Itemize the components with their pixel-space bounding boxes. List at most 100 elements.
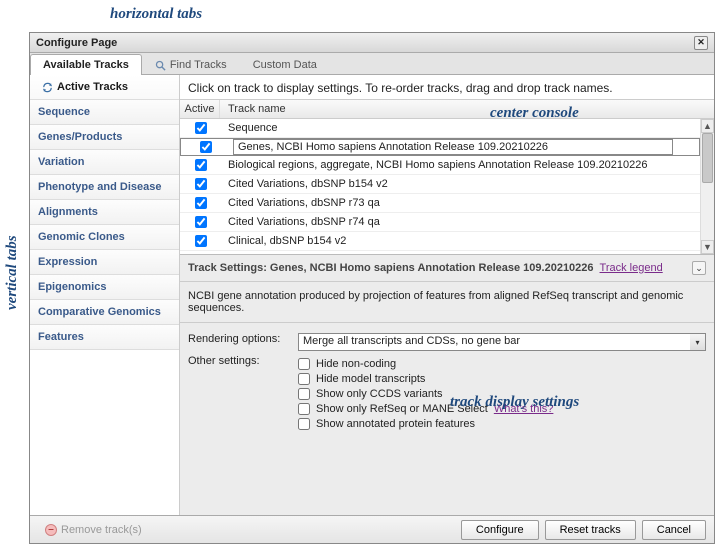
vtab-label: Expression [38,256,97,268]
track-list: Sequence Genes, NCBI Homo sapiens Annota… [180,119,714,254]
reset-tracks-button[interactable]: Reset tracks [545,520,636,540]
configure-button[interactable]: Configure [461,520,539,540]
checkbox-label: Hide model transcripts [316,373,425,385]
track-active-checkbox[interactable] [195,159,207,171]
track-active-checkbox[interactable] [195,122,207,134]
track-active-checkbox[interactable] [200,141,212,153]
track-description: NCBI gene annotation produced by project… [180,282,714,323]
column-track-name[interactable]: Track name [220,100,714,118]
checkbox-label: Show only RefSeq or MANE Select [316,403,488,415]
titlebar: Configure Page ✕ [30,33,714,53]
vtab-genomic-clones[interactable]: Genomic Clones [30,225,179,250]
chevron-down-icon: ▼ [703,242,712,252]
scrollbar-thumb[interactable] [702,133,713,183]
track-settings-header: Track Settings: Genes, NCBI Homo sapiens… [180,255,714,282]
whats-this-link[interactable]: What's this? [494,403,554,415]
track-active-checkbox[interactable] [195,216,207,228]
settings-title: Track Settings: Genes, NCBI Homo sapiens… [188,262,594,274]
track-row[interactable]: Genes, NCBI Homo sapiens Annotation Rele… [180,138,700,156]
track-name: Genes, NCBI Homo sapiens Annotation Rele… [233,139,673,155]
tab-find-tracks[interactable]: Find Tracks [142,54,240,75]
hide-model-checkbox[interactable] [298,373,310,385]
tab-label: Available Tracks [43,59,129,71]
track-name: Clinical, dbSNP b154 v2 [228,235,346,247]
chevron-down-icon: ▾ [695,338,699,347]
annotation-vertical-tabs: vertical tabs [4,235,21,310]
show-ccds-checkbox[interactable] [298,388,310,400]
track-row[interactable]: Sequence [180,119,700,138]
track-name: Cited Variations, dbSNP r73 qa [228,197,380,209]
scroll-up-button[interactable]: ▲ [701,119,714,133]
settings-prefix: Track Settings: [188,262,270,274]
track-legend-link[interactable]: Track legend [600,262,663,274]
close-button[interactable]: ✕ [694,36,708,50]
vtab-comparative-genomics[interactable]: Comparative Genomics [30,300,179,325]
show-refseq-checkbox[interactable] [298,403,310,415]
tab-label: Find Tracks [170,59,227,71]
vtab-label: Genomic Clones [38,231,125,243]
vtab-genes-products[interactable]: Genes/Products [30,125,179,150]
vtab-label: Epigenomics [38,281,106,293]
rendering-options-value: Merge all transcripts and CDSs, no gene … [298,333,706,351]
horizontal-tabs: Available Tracks Find Tracks Custom Data [30,53,714,75]
track-row[interactable]: Biological regions, aggregate, NCBI Homo… [180,156,700,175]
checkbox-label: Hide non-coding [316,358,396,370]
track-name: Sequence [228,122,278,134]
close-icon: ✕ [697,37,705,48]
vtab-epigenomics[interactable]: Epigenomics [30,275,179,300]
vtab-variation[interactable]: Variation [30,150,179,175]
vtab-label: Genes/Products [38,131,122,143]
vtab-active-tracks[interactable]: Active Tracks [30,75,179,100]
track-settings-panel: Track Settings: Genes, NCBI Homo sapiens… [180,254,714,515]
vtab-label: Comparative Genomics [38,306,161,318]
track-row[interactable]: Cited Variations, dbSNP r74 qa [180,213,700,232]
track-name: Cited Variations, dbSNP r74 qa [228,216,380,228]
checkbox-label: Show only CCDS variants [316,388,443,400]
vtab-label: Sequence [38,106,90,118]
track-settings-form: Rendering options: Merge all transcripts… [180,323,714,443]
track-active-checkbox[interactable] [195,197,207,209]
tab-custom-data[interactable]: Custom Data [240,54,330,75]
vtab-label: Phenotype and Disease [38,181,162,193]
minus-circle-icon: – [45,524,57,536]
collapse-button[interactable]: ⌄ [692,261,706,275]
remove-track-button[interactable]: – Remove track(s) [38,520,149,540]
track-active-checkbox[interactable] [195,235,207,247]
scroll-down-button[interactable]: ▼ [701,240,714,254]
button-label: Remove track(s) [61,524,142,536]
tab-label: Custom Data [253,59,317,71]
scrollbar[interactable]: ▲ ▼ [700,119,714,254]
checkbox-label: Show annotated protein features [316,418,475,430]
vtab-expression[interactable]: Expression [30,250,179,275]
track-row[interactable]: Cited Variations, dbSNP b154 v2 [180,175,700,194]
track-row[interactable]: Clinical, dbSNP b154 v2 [180,232,700,251]
hide-noncoding-checkbox[interactable] [298,358,310,370]
search-icon [155,60,166,71]
dialog-title: Configure Page [36,37,117,49]
tab-available-tracks[interactable]: Available Tracks [30,54,142,75]
other-settings-label: Other settings: [188,355,298,433]
track-list-header: Active Track name [180,99,714,119]
chevron-down-icon: ⌄ [695,263,703,274]
vtab-phenotype-disease[interactable]: Phenotype and Disease [30,175,179,200]
configure-page-dialog: Configure Page ✕ Available Tracks Find T… [29,32,715,544]
vtab-label: Features [38,331,84,343]
vtab-sequence[interactable]: Sequence [30,100,179,125]
center-console: Click on track to display settings. To r… [180,75,714,515]
track-active-checkbox[interactable] [195,178,207,190]
hint-text: Click on track to display settings. To r… [180,75,714,99]
track-name: Biological regions, aggregate, NCBI Homo… [228,159,648,171]
dropdown-button[interactable]: ▾ [690,333,706,351]
column-active[interactable]: Active [180,100,220,118]
settings-track-name: Genes, NCBI Homo sapiens Annotation Rele… [270,262,594,274]
vtab-label: Alignments [38,206,98,218]
show-protein-checkbox[interactable] [298,418,310,430]
cancel-button[interactable]: Cancel [642,520,706,540]
vtab-alignments[interactable]: Alignments [30,200,179,225]
rendering-options-select[interactable]: Merge all transcripts and CDSs, no gene … [298,333,706,351]
vertical-tabs: Active Tracks Sequence Genes/Products Va… [30,75,180,515]
rendering-options-label: Rendering options: [188,333,298,351]
track-row[interactable]: Cited Variations, dbSNP r73 qa [180,194,700,213]
dialog-footer: – Remove track(s) Configure Reset tracks… [30,515,714,543]
vtab-features[interactable]: Features [30,325,179,350]
